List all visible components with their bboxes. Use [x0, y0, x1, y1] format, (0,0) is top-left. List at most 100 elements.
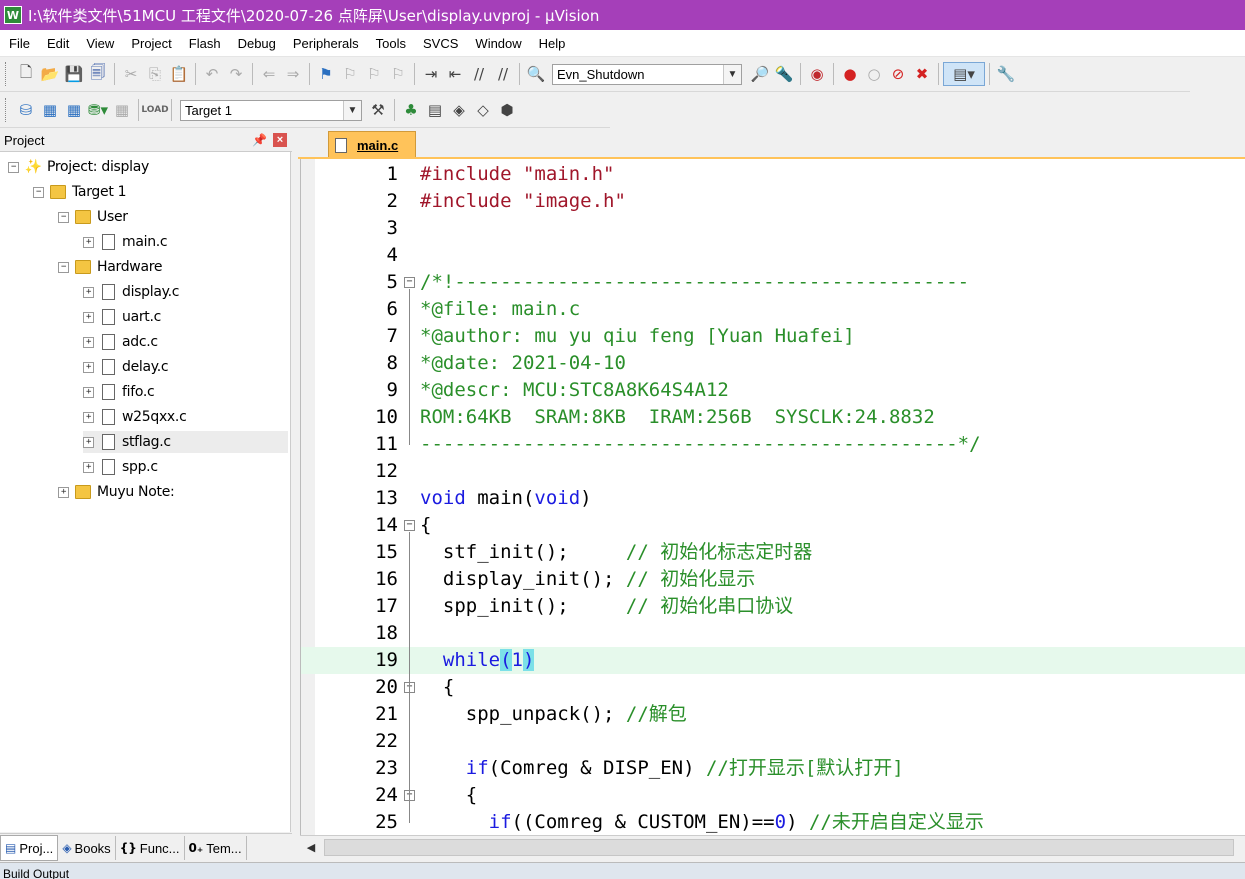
expand-icon[interactable]: + — [83, 461, 94, 473]
collapse-icon[interactable]: − — [8, 161, 19, 173]
code-line[interactable]: 7 *@author: mu yu qiu feng [Yuan Huafei] — [301, 323, 1245, 350]
tree-node-file[interactable]: + w25qxx.c — [83, 406, 187, 428]
unindent-icon[interactable]: ⇤ — [443, 62, 467, 86]
kill-breakpoints-icon[interactable]: ✖ — [910, 62, 934, 86]
code-line[interactable]: 6 *@file: main.c — [301, 296, 1245, 323]
tree-node-file[interactable]: + delay.c — [83, 356, 169, 378]
code-line[interactable]: 15 stf_init(); // 初始化标志定时器 — [301, 539, 1245, 566]
menu-edit[interactable]: Edit — [38, 36, 77, 51]
tree-node-file[interactable]: + adc.c — [83, 331, 158, 353]
paste-icon[interactable]: 📋 — [167, 62, 191, 86]
chevron-down-icon[interactable]: ▼ — [723, 64, 741, 84]
code-line[interactable]: 3 — [301, 215, 1245, 242]
toolbar-grip[interactable] — [5, 98, 9, 122]
tree-node-group-hardware[interactable]: − Hardware — [58, 256, 163, 278]
build-icon[interactable]: ▦ — [38, 98, 62, 122]
tree-node-project[interactable]: − ✨ Project: display — [8, 156, 149, 178]
expand-icon[interactable]: + — [83, 386, 94, 398]
menu-debug[interactable]: Debug — [229, 36, 284, 51]
expand-icon[interactable]: + — [83, 411, 94, 423]
manage-components-icon[interactable]: ♣ — [399, 98, 423, 122]
scroll-left-icon[interactable]: ◀ — [300, 837, 322, 857]
expand-icon[interactable]: + — [83, 436, 94, 448]
menu-flash[interactable]: Flash — [180, 36, 229, 51]
save-all-icon[interactable]: 🗐 — [86, 62, 110, 86]
expand-icon[interactable]: + — [83, 336, 94, 348]
bookmark-clear-icon[interactable]: ⚐ — [386, 62, 410, 86]
tab-project[interactable]: ▤ Proj... — [0, 835, 59, 861]
code-line[interactable]: 14−{ — [301, 512, 1245, 539]
tab-books[interactable]: ◈ Books — [58, 836, 116, 860]
tree-node-group-muyu-note[interactable]: + Muyu Note: — [58, 481, 175, 503]
new-file-icon[interactable]: 🗋 — [14, 62, 38, 86]
code-line[interactable]: 22 — [301, 728, 1245, 755]
code-line[interactable]: 16 display_init(); // 初始化显示 — [301, 566, 1245, 593]
code-line[interactable]: 4 — [301, 242, 1245, 269]
code-line[interactable]: 5−/*!-----------------------------------… — [301, 269, 1245, 296]
incremental-find-icon[interactable]: 🔦 — [772, 62, 796, 86]
cut-icon[interactable]: ✂ — [119, 62, 143, 86]
code-line[interactable]: 13 void main(void) — [301, 485, 1245, 512]
collapse-icon[interactable]: − — [58, 211, 69, 223]
tab-functions[interactable]: {} Func... — [116, 836, 185, 860]
rebuild-icon[interactable]: ▦ — [62, 98, 86, 122]
select-packs-icon[interactable]: ◈ — [447, 98, 471, 122]
code-line[interactable]: 11 --------------------------------------… — [301, 431, 1245, 458]
find-icon[interactable]: 🔎 — [748, 62, 772, 86]
chevron-down-icon[interactable]: ▼ — [343, 100, 361, 120]
expand-icon[interactable]: + — [83, 286, 94, 298]
batch-build-icon[interactable]: ⛃▾ — [86, 98, 110, 122]
code-line[interactable]: 9 *@descr: MCU:STC8A8K64S4A12 — [301, 377, 1245, 404]
code-line[interactable]: 25 if((Comreg & CUSTOM_EN)==0) //未开启自定义显… — [301, 809, 1245, 835]
menu-project[interactable]: Project — [122, 36, 179, 51]
code-line[interactable]: 2 #include "image.h" — [301, 188, 1245, 215]
code-line[interactable]: 8 *@date: 2021-04-10 — [301, 350, 1245, 377]
configure-icon[interactable]: 🔧 — [994, 62, 1018, 86]
translate-icon[interactable]: ⛁ — [14, 98, 38, 122]
horizontal-scrollbar[interactable]: ◀ — [300, 835, 1245, 858]
tab-templates[interactable]: 0₊ Tem... — [185, 836, 247, 860]
menu-window[interactable]: Window — [466, 36, 529, 51]
bookmark-prev-icon[interactable]: ⚐ — [338, 62, 362, 86]
code-line[interactable]: 21 spp_unpack(); //解包 — [301, 701, 1245, 728]
tree-node-file[interactable]: + spp.c — [83, 456, 158, 478]
save-icon[interactable]: 💾 — [62, 62, 86, 86]
target-options-icon[interactable]: ⚒ — [366, 98, 390, 122]
tree-node-file-selected[interactable]: + stflag.c — [83, 431, 288, 453]
menu-file[interactable]: File — [0, 36, 38, 51]
tree-node-target[interactable]: − Target 1 — [33, 181, 127, 203]
navigate-forward-icon[interactable]: ⇒ — [281, 62, 305, 86]
file-extensions-icon[interactable]: ▤ — [423, 98, 447, 122]
pin-icon[interactable]: 📌 — [252, 133, 267, 147]
open-file-icon[interactable]: 📂 — [38, 62, 62, 86]
pack-installer-icon[interactable]: ⬢ — [495, 98, 519, 122]
toolbar-grip[interactable] — [5, 62, 9, 86]
navigate-back-icon[interactable]: ⇐ — [257, 62, 281, 86]
insert-breakpoint-icon[interactable]: ● — [838, 62, 862, 86]
bookmark-toggle-icon[interactable]: ⚑ — [314, 62, 338, 86]
close-icon[interactable]: × — [273, 133, 287, 147]
enable-breakpoint-icon[interactable]: ○ — [862, 62, 886, 86]
download-icon[interactable]: LOAD — [141, 98, 168, 122]
menu-peripherals[interactable]: Peripherals — [284, 36, 367, 51]
find-in-files-icon[interactable]: 🔍 — [524, 62, 548, 86]
code-line[interactable]: 18 — [301, 620, 1245, 647]
code-line[interactable]: 23 if(Comreg & DISP_EN) //打开显示[默认打开] — [301, 755, 1245, 782]
code-line[interactable]: 17 spp_init(); // 初始化串口协议 — [301, 593, 1245, 620]
menu-tools[interactable]: Tools — [367, 36, 414, 51]
tree-node-file[interactable]: + main.c — [83, 231, 168, 253]
comment-icon[interactable]: // — [467, 62, 491, 86]
undo-icon[interactable]: ↶ — [200, 62, 224, 86]
collapse-icon[interactable]: − — [58, 261, 69, 273]
editor-tab-main-c[interactable]: main.c — [328, 131, 416, 158]
disable-breakpoints-icon[interactable]: ⊘ — [886, 62, 910, 86]
code-editor[interactable]: 1 #include "main.h" 2 #include "image.h" 3 4 5… — [300, 159, 1245, 835]
expand-icon[interactable]: + — [83, 311, 94, 323]
scrollbar-thumb[interactable] — [324, 839, 1234, 856]
target-combo[interactable]: Target 1 ▼ — [180, 99, 362, 121]
stop-build-icon[interactable]: ▦ — [110, 98, 134, 122]
tree-node-group-user[interactable]: − User — [58, 206, 128, 228]
find-combo[interactable]: Evn_Shutdown ▼ — [552, 63, 742, 85]
menu-svcs[interactable]: SVCS — [414, 36, 466, 51]
collapse-icon[interactable]: − — [33, 186, 44, 198]
